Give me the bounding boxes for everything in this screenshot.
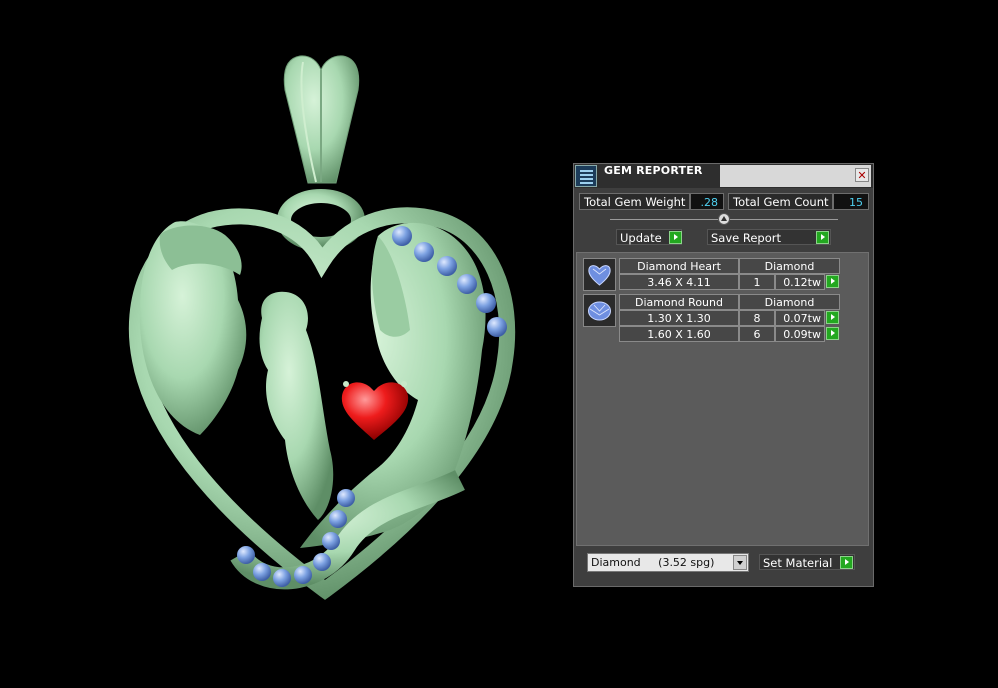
round-gem-icon xyxy=(583,294,616,327)
select-gem-arrow-icon[interactable] xyxy=(826,327,839,340)
total-gem-weight-value: .28 xyxy=(690,193,724,210)
total-gem-count-value: 15 xyxy=(833,193,869,210)
gem-list: Diamond Heart Diamond 3.46 X 4.11 1 0.12… xyxy=(576,252,869,546)
gem-reporter-panel: GEM REPORTER ✕ Total Gem Weight .28 Tota… xyxy=(573,163,874,587)
update-button[interactable]: Update xyxy=(616,229,682,245)
heart-gem-icon xyxy=(583,258,616,291)
gem-name-cell: Diamond Round xyxy=(619,294,739,310)
gem-material-cell: Diamond xyxy=(739,294,840,310)
gem-count-cell: 1 xyxy=(739,274,775,290)
baby-figure xyxy=(259,291,334,520)
gem-size-cell: 3.46 X 4.11 xyxy=(619,274,739,290)
material-dropdown[interactable]: Diamond (3.52 spg) xyxy=(587,553,749,572)
3d-viewport[interactable] xyxy=(0,0,570,684)
pendant-render xyxy=(128,55,516,600)
gem-name-cell: Diamond Heart xyxy=(619,258,739,274)
play-arrow-icon xyxy=(840,556,853,569)
gem-weight-cell: 0.07tw xyxy=(775,310,825,326)
save-report-button[interactable]: Save Report xyxy=(707,229,831,245)
material-dropdown-value: Diamond (3.52 spg) xyxy=(591,556,715,569)
gem-size-cell: 1.30 X 1.30 xyxy=(619,310,739,326)
gem-reporter-logo-icon xyxy=(575,165,597,187)
collapse-toggle-icon[interactable] xyxy=(718,213,730,225)
save-report-button-label: Save Report xyxy=(711,231,782,245)
total-gem-count-label: Total Gem Count xyxy=(728,193,833,210)
select-gem-arrow-icon[interactable] xyxy=(826,311,839,324)
gem-material-cell: Diamond xyxy=(739,258,840,274)
play-arrow-icon xyxy=(669,231,682,244)
red-heart-gem xyxy=(341,382,409,440)
gem-size-cell: 1.60 X 1.60 xyxy=(619,326,739,342)
gem-count-cell: 6 xyxy=(739,326,775,342)
update-button-label: Update xyxy=(620,231,662,245)
set-material-button[interactable]: Set Material xyxy=(759,554,855,570)
window-title: GEM REPORTER xyxy=(604,164,703,177)
title-tab-area xyxy=(720,165,871,187)
set-material-button-label: Set Material xyxy=(763,556,833,570)
select-gem-arrow-icon[interactable] xyxy=(826,275,839,288)
gem-weight-cell: 0.09tw xyxy=(775,326,825,342)
close-icon[interactable]: ✕ xyxy=(855,168,869,182)
title-bar[interactable]: GEM REPORTER ✕ xyxy=(574,164,873,188)
play-arrow-icon xyxy=(816,231,829,244)
gem-count-cell: 8 xyxy=(739,310,775,326)
chevron-down-icon[interactable] xyxy=(733,555,747,570)
total-gem-weight-label: Total Gem Weight xyxy=(579,193,690,210)
gem-weight-cell: 0.12tw xyxy=(775,274,825,290)
